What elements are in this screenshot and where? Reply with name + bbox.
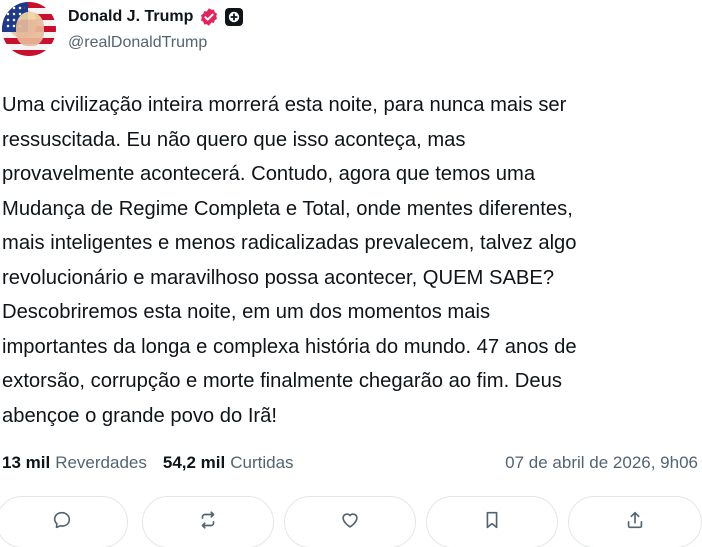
like-button[interactable] <box>284 496 416 547</box>
action-bar <box>0 496 702 547</box>
repost-icon <box>197 509 219 536</box>
post-line: importantes da longa e complexa história… <box>2 335 577 358</box>
post-stats: 13 mil Reverdades 54,2 mil Curtidas 07 d… <box>2 450 698 476</box>
name-row: Donald J. Trump <box>68 6 244 28</box>
verified-badge-icon <box>199 7 219 27</box>
avatar[interactable] <box>2 2 56 56</box>
repost-button[interactable] <box>142 496 274 547</box>
likes-label[interactable]: Curtidas <box>230 453 293 473</box>
author-handle[interactable]: @realDonaldTrump <box>68 34 207 52</box>
avatar-portrait-graphic <box>16 12 44 46</box>
post-line: mais inteligentes e menos radicalizadas … <box>2 232 577 254</box>
post-line: Mudança de Regime Completa e Total, onde… <box>2 197 573 220</box>
reposts-label[interactable]: Reverdades <box>55 453 147 473</box>
share-button[interactable] <box>568 496 702 547</box>
comment-icon <box>51 509 73 536</box>
author-display-name[interactable]: Donald J. Trump <box>68 8 193 26</box>
post-timestamp: 07 de abril de 2026, 9h06 <box>505 453 698 472</box>
post-line: ressuscitada. Eu não quero que isso acon… <box>2 128 466 151</box>
plus-badge-icon <box>225 8 244 26</box>
post-line: provavelmente acontecerá. Contudo, agora… <box>2 163 536 185</box>
post-line: extorsão, corrupção e morte finalmente c… <box>2 370 562 392</box>
post-line: Uma civilização inteira morrerá esta noi… <box>2 94 567 116</box>
post-body: Uma civilização inteira morrerá esta noi… <box>2 88 702 433</box>
post-line: abençoe o grande povo do Irã! <box>2 404 277 427</box>
post-line: Descobriremos esta noite, em um dos mome… <box>2 301 491 323</box>
reply-button[interactable] <box>0 496 128 547</box>
bookmark-button[interactable] <box>426 496 558 547</box>
heart-icon <box>339 509 361 536</box>
post-line: revolucionário e maravilhoso possa acont… <box>2 266 555 289</box>
share-icon <box>624 509 646 536</box>
bookmark-icon <box>481 509 503 536</box>
reposts-count[interactable]: 13 mil <box>2 453 50 473</box>
post-header: Donald J. Trump @realDonaldTrump <box>0 0 702 60</box>
likes-count[interactable]: 54,2 mil <box>163 453 225 473</box>
